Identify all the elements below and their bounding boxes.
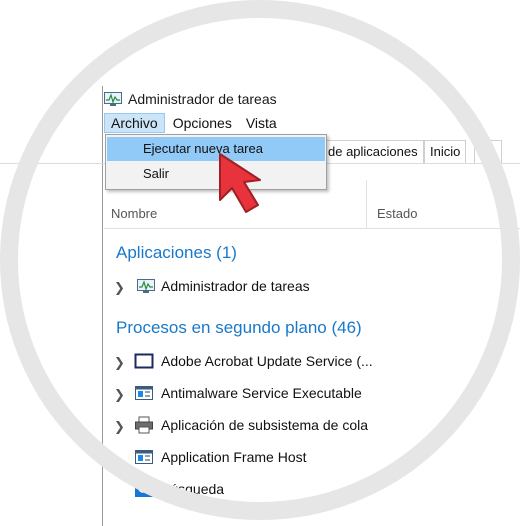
menu-item-label: Salir: [143, 166, 170, 181]
process-label: Adobe Acrobat Update Service (...: [161, 353, 373, 369]
list-item[interactable]: ❯ Antimalware Service Executable: [104, 379, 520, 409]
list-item[interactable]: ❯ Adobe Acrobat Update Service (...: [104, 347, 520, 377]
menu-vista[interactable]: Vista: [240, 113, 283, 133]
list-item[interactable]: Búsqueda: [104, 475, 520, 505]
column-name[interactable]: Nombre: [111, 206, 157, 221]
chevron-right-icon[interactable]: ❯: [114, 280, 125, 296]
tab-usuarios[interactable]: Us: [474, 140, 502, 163]
task-manager-window: Administrador de tareas Archivo Opciones…: [0, 0, 520, 526]
window-border: [102, 86, 103, 526]
process-label: Búsqueda: [161, 481, 225, 497]
chevron-right-icon[interactable]: ❯: [114, 419, 125, 435]
menu-archivo[interactable]: Archivo: [104, 113, 165, 133]
window-title: Administrador de tareas: [128, 91, 277, 107]
process-label: Application Frame Host: [161, 449, 307, 465]
tab-inicio[interactable]: Inicio: [424, 140, 467, 163]
task-manager-icon: [137, 279, 155, 293]
section-background: Procesos en segundo plano (46): [116, 318, 362, 337]
process-label: Administrador de tareas: [161, 278, 310, 294]
process-label: Aplicación de subsistema de cola: [161, 417, 369, 433]
title-bar: Administrador de tareas: [104, 88, 277, 110]
header-divider: [104, 228, 520, 229]
list-item[interactable]: ❯ Aplicación de subsistema de cola: [104, 411, 520, 441]
list-item[interactable]: Application Frame Host: [104, 443, 520, 473]
section-apps: Aplicaciones (1): [116, 243, 237, 262]
process-label: Antimalware Service Executable: [161, 385, 362, 401]
column-divider: [366, 180, 367, 228]
printer-icon: [135, 416, 153, 434]
tab-aplicaciones[interactable]: de aplicaciones: [322, 140, 424, 163]
column-status[interactable]: Estado: [377, 206, 417, 221]
service-icon: [135, 450, 153, 464]
menu-opciones[interactable]: Opciones: [167, 113, 238, 133]
task-manager-icon: [104, 92, 122, 106]
chevron-right-icon[interactable]: ❯: [114, 387, 125, 403]
search-app-icon: [135, 481, 153, 497]
window-icon: [134, 353, 154, 369]
list-item[interactable]: ❯ Administrador de tareas: [104, 272, 520, 302]
chevron-right-icon[interactable]: ❯: [114, 355, 125, 371]
menu-bar: Archivo Opciones Vista: [104, 112, 285, 134]
pointer-arrow-icon: [219, 153, 261, 213]
service-icon: [135, 386, 153, 400]
